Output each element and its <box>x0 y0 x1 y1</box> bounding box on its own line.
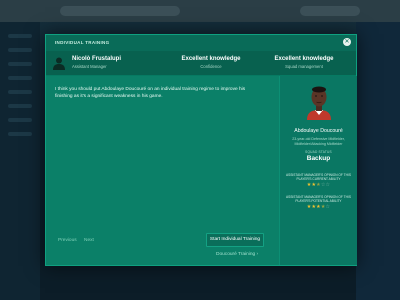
top-bar <box>0 0 400 22</box>
dialog-title: INDIVIDUAL TRAINING <box>55 40 110 45</box>
sidebar-item[interactable] <box>8 90 32 94</box>
current-ability-stars: ★★★☆☆ <box>280 182 357 188</box>
advice-message: I think you should put Abdoulaye Doucour… <box>55 87 246 99</box>
dialog-header: INDIVIDUAL TRAINING ✕ <box>46 35 356 51</box>
player-age-position: 23-year-old Defensive Midfielder, <box>292 137 345 141</box>
knowledge-squad: Excellent knowledge Squad management <box>269 56 339 69</box>
sidebar-item[interactable] <box>8 34 32 38</box>
staff-name[interactable]: Nicolò Frustalupi <box>72 56 121 62</box>
squad-status-label: SQUAD STATUS <box>305 150 332 154</box>
knowledge-confidence: Excellent knowledge Confidence <box>176 56 246 69</box>
knowledge-level: Excellent knowledge <box>274 56 334 62</box>
squad-status-value: Backup <box>306 155 331 162</box>
previous-button[interactable]: Previous <box>58 238 77 243</box>
player-positions: Midfielder/Attacking Midfielder <box>294 142 343 146</box>
staff-role: Assistant Manager <box>72 64 107 69</box>
potential-ability-label: ASSISTANT MANAGER'S OPINION OF THIS PLAY… <box>286 195 351 204</box>
sidebar <box>0 22 40 300</box>
sidebar-item[interactable] <box>8 104 32 108</box>
star-icon: ★ <box>320 204 326 210</box>
star-icon: ☆ <box>325 204 331 210</box>
player-photo[interactable] <box>304 84 334 120</box>
search-bar[interactable] <box>60 6 180 16</box>
right-panel-bg <box>356 22 400 300</box>
player-training-link[interactable]: Doucouré Training › <box>216 252 258 257</box>
dialog-body: I think you should put Abdoulaye Doucour… <box>46 76 357 265</box>
player-panel: Abdoulaye Doucouré 23-year-old Defensive… <box>279 76 357 265</box>
sidebar-item[interactable] <box>8 48 32 52</box>
close-button[interactable]: ✕ <box>343 38 351 46</box>
star-icon: ★ <box>316 182 321 188</box>
player-name[interactable]: Abdoulaye Doucouré <box>280 128 357 134</box>
sidebar-item[interactable] <box>8 118 32 122</box>
knowledge-area: Confidence <box>200 64 222 69</box>
potential-ability-stars: ★★★★☆ <box>280 204 357 210</box>
close-icon: ✕ <box>344 39 350 45</box>
staff-member[interactable]: Nicolò Frustalupi Assistant Manager <box>72 56 121 69</box>
message-pane: I think you should put Abdoulaye Doucour… <box>46 76 276 265</box>
knowledge-level: Excellent knowledge <box>181 56 241 62</box>
sidebar-item[interactable] <box>8 132 32 136</box>
current-ability-label: ASSISTANT MANAGER'S OPINION OF THIS PLAY… <box>286 173 351 182</box>
bottom-bar-bg <box>40 270 356 300</box>
staff-silhouette-icon <box>53 57 65 70</box>
start-individual-training-button[interactable]: Start Individual Training <box>206 233 264 247</box>
sidebar-item[interactable] <box>8 62 32 66</box>
continue-button-bg[interactable] <box>300 6 360 16</box>
knowledge-area: Squad management <box>285 64 323 69</box>
individual-training-dialog: INDIVIDUAL TRAINING ✕ Nicolò Frustalupi … <box>45 34 357 266</box>
staff-info-bar: Nicolò Frustalupi Assistant Manager Exce… <box>46 51 356 76</box>
star-icon: ☆ <box>325 182 331 188</box>
next-button[interactable]: Next <box>84 238 94 243</box>
sidebar-item[interactable] <box>8 76 32 80</box>
